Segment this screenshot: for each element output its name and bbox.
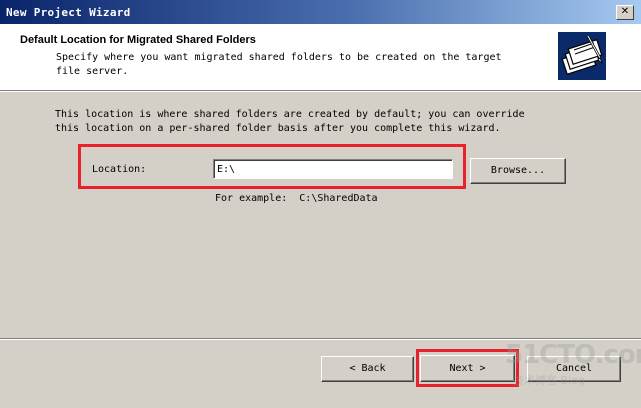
- back-button[interactable]: < Back: [321, 356, 414, 382]
- title-bar: New Project Wizard ✕: [0, 0, 641, 24]
- wizard-book-icon: [558, 32, 606, 80]
- wizard-header: Default Location for Migrated Shared Fol…: [0, 24, 641, 91]
- cancel-button-label: Cancel: [555, 363, 593, 374]
- close-button[interactable]: ✕: [616, 5, 634, 20]
- location-input[interactable]: [213, 159, 453, 179]
- header-divider: [0, 91, 641, 92]
- close-icon: ✕: [620, 6, 630, 17]
- cancel-button[interactable]: Cancel: [527, 356, 621, 382]
- location-label: Location:: [92, 164, 147, 175]
- location-description: This location is where shared folders ar…: [55, 109, 525, 134]
- browse-button-label: Browse...: [490, 165, 546, 176]
- example-text: For example: C:\SharedData: [215, 193, 378, 204]
- browse-button[interactable]: Browse...: [470, 158, 566, 184]
- page-title: Default Location for Migrated Shared Fol…: [20, 34, 256, 46]
- page-description: Specify where you want migrated shared f…: [56, 52, 502, 77]
- footer-separator-highlight: [0, 339, 641, 340]
- window-title: New Project Wizard: [6, 6, 131, 19]
- next-button-label: Next >: [449, 363, 486, 374]
- back-button-label: < Back: [349, 363, 386, 374]
- next-button[interactable]: Next >: [420, 355, 515, 382]
